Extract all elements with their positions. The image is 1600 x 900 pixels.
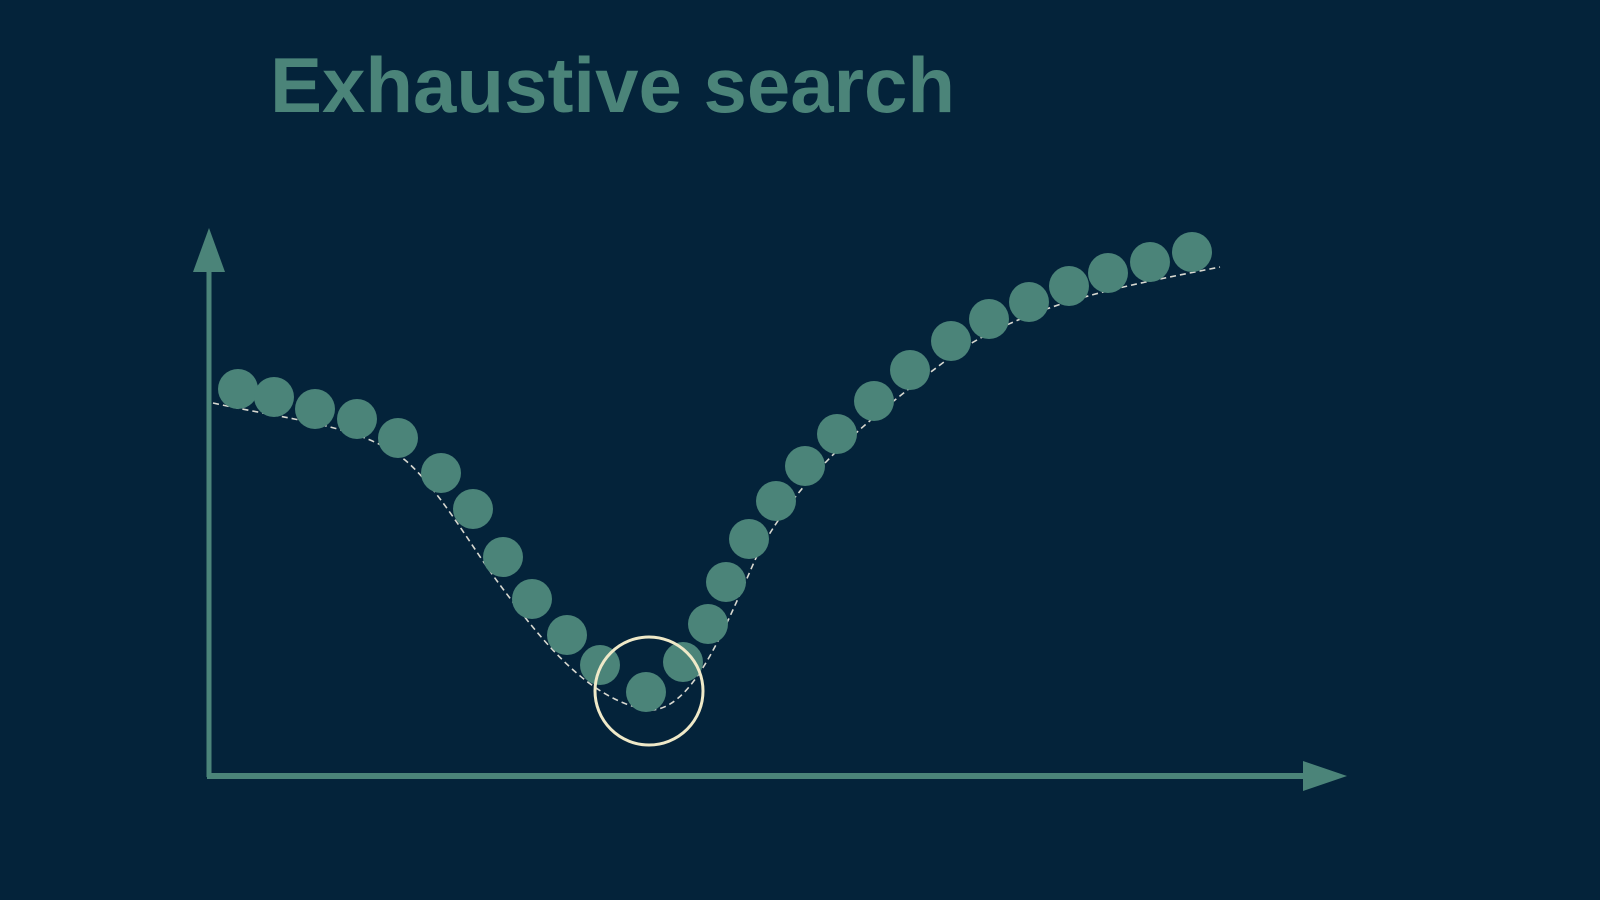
sample-point	[785, 446, 825, 486]
sample-point	[1009, 282, 1049, 322]
sample-point	[626, 672, 666, 712]
sample-point	[547, 615, 587, 655]
sample-point	[1130, 242, 1170, 282]
sample-point	[512, 579, 552, 619]
sample-point	[706, 562, 746, 602]
search-diagram	[193, 228, 1347, 791]
sample-point	[1088, 253, 1128, 293]
sample-point	[890, 350, 930, 390]
sample-point	[854, 381, 894, 421]
sample-points	[218, 232, 1212, 712]
sample-point	[729, 519, 769, 559]
sample-point	[1049, 266, 1089, 306]
sample-point	[483, 537, 523, 577]
sample-point	[969, 299, 1009, 339]
sample-point	[295, 389, 335, 429]
y-axis-arrowhead	[193, 228, 225, 272]
sample-point	[1172, 232, 1212, 272]
sample-point	[254, 377, 294, 417]
sample-point	[453, 489, 493, 529]
objective-curve	[212, 266, 1221, 711]
x-axis-arrowhead	[1303, 761, 1347, 791]
sample-point	[218, 369, 258, 409]
slide: Exhaustive search	[0, 0, 1600, 900]
sample-point	[756, 481, 796, 521]
sample-point	[931, 321, 971, 361]
sample-point	[817, 414, 857, 454]
sample-point	[421, 453, 461, 493]
sample-point	[337, 399, 377, 439]
sample-point	[378, 418, 418, 458]
sample-point	[688, 604, 728, 644]
